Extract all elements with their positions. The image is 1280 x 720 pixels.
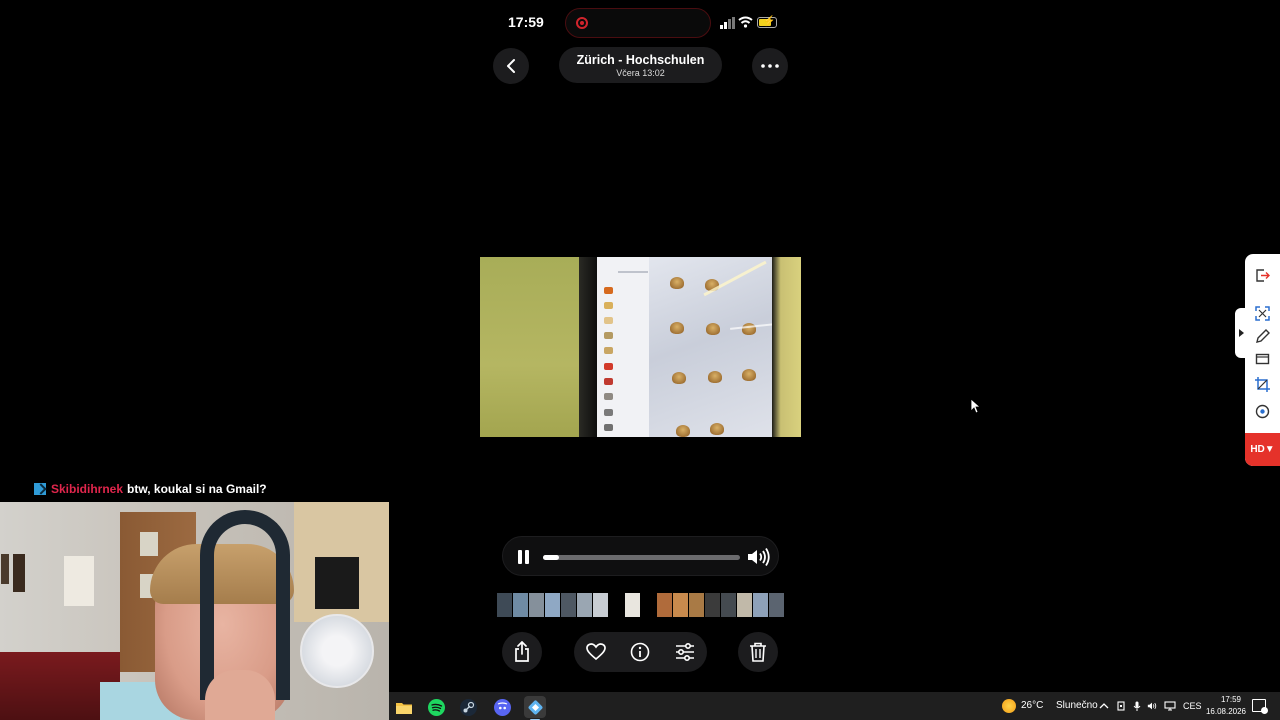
weather-temperature[interactable]: 26°C xyxy=(1021,700,1043,711)
dynamic-island xyxy=(565,8,711,38)
wifi-icon xyxy=(738,16,753,28)
chat-message: Skibidihrnek btw, koukal si na Gmail? xyxy=(34,482,267,496)
weather-description[interactable]: Slunečno xyxy=(1056,700,1098,711)
thumbnail[interactable] xyxy=(529,593,544,617)
sliders-icon xyxy=(676,643,694,661)
language-indicator[interactable]: CES xyxy=(1183,701,1202,711)
back-button[interactable] xyxy=(493,48,529,84)
share-icon xyxy=(515,641,529,662)
volume-icon[interactable] xyxy=(746,547,772,567)
thumbnail[interactable] xyxy=(545,593,560,617)
seek-bar[interactable] xyxy=(543,555,740,560)
thumbnail[interactable] xyxy=(561,593,576,617)
thumbnail[interactable] xyxy=(769,593,784,617)
ellipsis-icon xyxy=(761,64,779,68)
thumbnail[interactable] xyxy=(673,593,688,617)
playback-controls xyxy=(502,536,779,576)
thumbnail[interactable] xyxy=(689,593,704,617)
thumbnail[interactable] xyxy=(609,593,624,617)
hd-quality-button[interactable]: HD▼ xyxy=(1245,433,1280,466)
signal-icon xyxy=(720,17,735,29)
chat-username: Skibidihrnek xyxy=(51,482,124,496)
thumbnail[interactable] xyxy=(625,593,640,617)
info-button[interactable] xyxy=(620,632,660,672)
favorite-button[interactable] xyxy=(576,632,616,672)
webcam-overlay xyxy=(0,502,389,720)
window-icon[interactable] xyxy=(1255,352,1270,367)
thumbnail[interactable] xyxy=(657,593,672,617)
chevron-left-icon xyxy=(507,59,515,73)
pen-icon[interactable] xyxy=(1255,329,1270,344)
network-icon[interactable] xyxy=(1164,701,1176,711)
microphone-icon[interactable] xyxy=(1132,701,1142,711)
album-title-pill[interactable]: Zürich - Hochschulen Včera 13:02 xyxy=(559,47,722,83)
adjust-button[interactable] xyxy=(665,632,705,672)
discord-button[interactable] xyxy=(491,696,513,718)
notification-badge xyxy=(1261,707,1268,714)
weather-sun-icon[interactable] xyxy=(1002,699,1016,713)
thumbnail[interactable] xyxy=(593,593,608,617)
record-target-icon[interactable] xyxy=(1255,404,1270,419)
steam-button[interactable] xyxy=(457,696,479,718)
status-time: 17:59 xyxy=(508,14,544,30)
more-options-button[interactable] xyxy=(752,48,788,84)
spotify-icon xyxy=(427,698,445,716)
fullscreen-icon[interactable] xyxy=(1255,306,1270,321)
trash-icon xyxy=(750,642,766,662)
album-title: Zürich - Hochschulen xyxy=(576,53,705,67)
file-explorer-button[interactable] xyxy=(393,696,415,718)
video-frame[interactable] xyxy=(480,257,801,437)
mouse-cursor-icon xyxy=(970,398,980,414)
thumbnail[interactable] xyxy=(753,593,768,617)
pause-icon[interactable] xyxy=(518,550,530,564)
delete-button[interactable] xyxy=(738,632,778,672)
active-app-button[interactable] xyxy=(524,696,546,720)
thumbnail[interactable] xyxy=(705,593,720,617)
thumbnail[interactable] xyxy=(737,593,752,617)
discord-icon xyxy=(493,698,511,716)
album-date: Včera 13:02 xyxy=(616,68,665,78)
thumbnail[interactable] xyxy=(513,593,528,617)
crop-icon[interactable] xyxy=(1255,377,1270,392)
spotify-button[interactable] xyxy=(425,696,447,718)
steam-icon xyxy=(459,698,477,716)
device-icon[interactable] xyxy=(1116,701,1126,711)
heart-icon xyxy=(586,643,606,661)
clock-time[interactable]: 17:59 xyxy=(1211,695,1251,704)
exit-icon[interactable] xyxy=(1255,268,1270,283)
app-icon xyxy=(528,700,542,714)
thumbnail-strip[interactable] xyxy=(497,593,785,617)
speaker-icon[interactable] xyxy=(1147,701,1157,711)
chat-badge-icon xyxy=(34,483,46,495)
recording-icon xyxy=(576,17,588,29)
thumbnail[interactable] xyxy=(497,593,512,617)
thumbnail[interactable] xyxy=(721,593,736,617)
chat-text: btw, koukal si na Gmail? xyxy=(127,482,267,496)
folder-icon xyxy=(396,702,412,714)
thumbnail[interactable] xyxy=(641,593,656,617)
battery-icon: ⚡ xyxy=(757,16,777,28)
seek-progress xyxy=(543,555,559,560)
share-button[interactable] xyxy=(502,632,542,672)
clock-date[interactable]: 16.08.2026 xyxy=(1201,707,1251,716)
thumbnail[interactable] xyxy=(577,593,592,617)
taskbar: 26°C Slunečno CES 17:59 16.08.2026 xyxy=(389,692,1280,720)
info-icon xyxy=(630,642,650,662)
chevron-up-icon[interactable] xyxy=(1099,701,1109,711)
action-pill xyxy=(574,632,707,672)
